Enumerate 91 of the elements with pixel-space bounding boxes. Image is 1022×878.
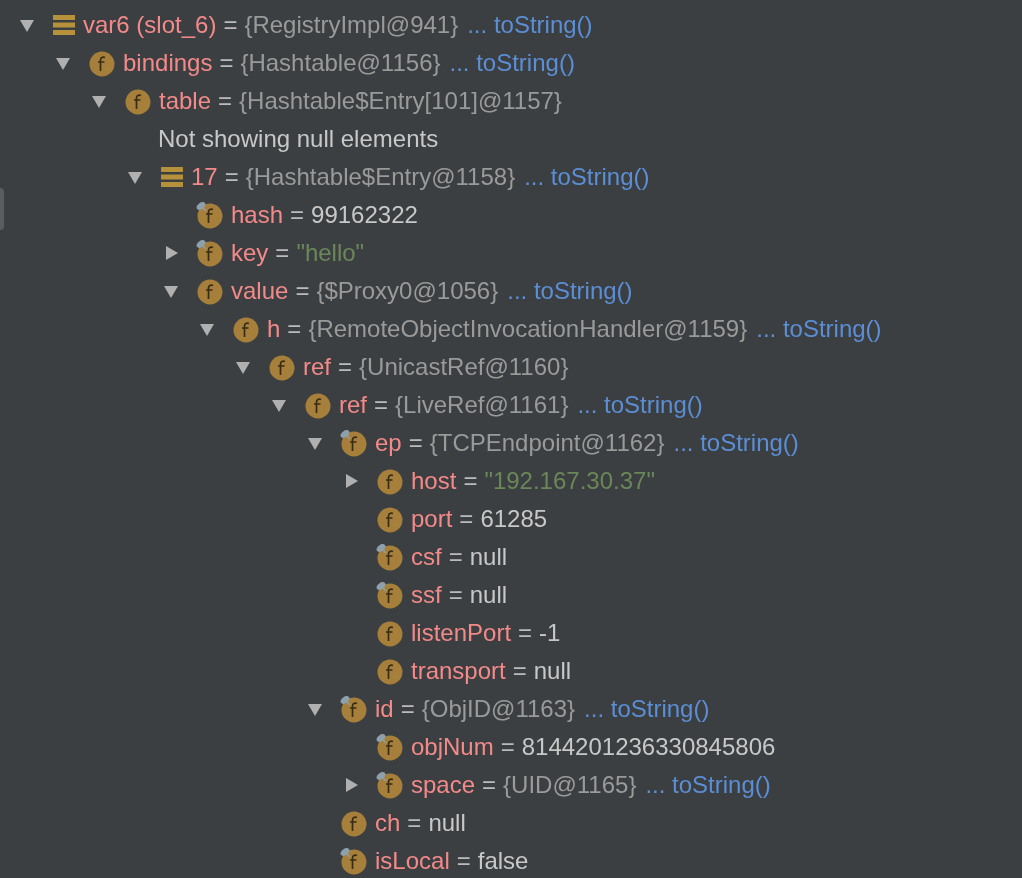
variable-name: space <box>411 770 476 800</box>
variable-name: 17 <box>191 162 218 192</box>
variable-name: host <box>411 466 457 496</box>
array-icon <box>53 15 75 35</box>
to-string-link[interactable]: ... toString() <box>467 7 593 43</box>
variable-name: ch <box>375 808 401 838</box>
variable-value: {TCPEndpoint@1162} <box>429 428 665 458</box>
variable-name: table <box>159 86 212 116</box>
info-message: Not showing null elements <box>158 124 439 154</box>
variable-value: {RegistryImpl@941} <box>244 10 459 40</box>
variable-name: hash <box>231 200 284 230</box>
to-string-link[interactable]: ... toString() <box>584 691 710 727</box>
variable-name: h <box>267 314 281 344</box>
equals-sign: = <box>456 846 471 876</box>
variable-value: null <box>469 580 508 610</box>
collapse-arrow-icon[interactable] <box>307 701 323 717</box>
variable-name: bindings <box>123 48 213 78</box>
equals-sign: = <box>275 238 290 268</box>
equals-sign: = <box>224 162 239 192</box>
to-string-link[interactable]: ... toString() <box>577 387 703 423</box>
collapse-arrow-icon[interactable] <box>307 435 323 451</box>
variable-name: isLocal <box>375 846 450 876</box>
variable-value: {UID@1165} <box>503 770 637 800</box>
equals-sign: = <box>518 618 533 648</box>
variable-value: 8144201236330845806 <box>521 732 776 762</box>
variable-value: {Hashtable@1156} <box>240 48 441 78</box>
variable-name: var6 (slot_6) <box>83 10 217 40</box>
variable-name: objNum <box>411 732 494 762</box>
variable-name: id <box>375 694 394 724</box>
equals-sign: = <box>500 732 515 762</box>
variable-value: {RemoteObjectInvocationHandler@1159} <box>308 314 748 344</box>
equals-sign: = <box>295 276 310 306</box>
to-string-link[interactable]: ... toString() <box>524 159 650 195</box>
variable-value: false <box>477 846 529 876</box>
variable-name: ref <box>339 390 367 420</box>
variable-name: port <box>411 504 453 534</box>
variable-value: null <box>469 542 508 572</box>
equals-sign: = <box>223 10 238 40</box>
equals-sign: = <box>338 352 353 382</box>
collapse-arrow-icon[interactable] <box>163 283 179 299</box>
variable-value: {ObjID@1163} <box>421 694 576 724</box>
collapse-arrow-icon[interactable] <box>55 55 71 71</box>
variable-name: csf <box>411 542 442 572</box>
variable-value: "192.167.30.37" <box>484 466 655 496</box>
equals-sign: = <box>218 86 233 116</box>
equals-sign: = <box>219 48 234 78</box>
equals-sign: = <box>512 656 527 686</box>
array-icon <box>161 167 183 187</box>
equals-sign: = <box>448 542 463 572</box>
equals-sign: = <box>448 580 463 610</box>
equals-sign: = <box>482 770 497 800</box>
to-string-link[interactable]: ... toString() <box>507 273 633 309</box>
to-string-link[interactable]: ... toString() <box>756 311 882 347</box>
equals-sign: = <box>459 504 474 534</box>
collapse-arrow-icon[interactable] <box>235 359 251 375</box>
variable-value: {Hashtable$Entry[101]@1157} <box>239 86 562 116</box>
variable-value: {$Proxy0@1056} <box>316 276 499 306</box>
to-string-link[interactable]: ... toString() <box>673 425 799 461</box>
equals-sign: = <box>287 314 302 344</box>
equals-sign: = <box>400 694 415 724</box>
equals-sign: = <box>408 428 423 458</box>
variable-value: {Hashtable$Entry@1158} <box>245 162 516 192</box>
equals-sign: = <box>290 200 305 230</box>
variable-value: {LiveRef@1161} <box>395 390 569 420</box>
variable-name: key <box>231 238 269 268</box>
to-string-link[interactable]: ... toString() <box>645 767 771 803</box>
collapse-arrow-icon[interactable] <box>271 397 287 413</box>
variable-name: ref <box>303 352 331 382</box>
collapse-arrow-icon[interactable] <box>127 169 143 185</box>
variable-value: null <box>533 656 572 686</box>
expand-arrow-icon[interactable] <box>343 777 359 793</box>
collapse-arrow-icon[interactable] <box>91 93 107 109</box>
variable-value: -1 <box>539 618 561 648</box>
variable-value: "hello" <box>296 238 365 268</box>
collapse-arrow-icon[interactable] <box>19 17 35 33</box>
equals-sign: = <box>374 390 389 420</box>
collapse-arrow-icon[interactable] <box>199 321 215 337</box>
variable-name: ep <box>375 428 402 458</box>
variable-value: null <box>428 808 466 838</box>
equals-sign: = <box>407 808 422 838</box>
expand-arrow-icon[interactable] <box>163 245 179 261</box>
variable-value: 61285 <box>480 504 548 534</box>
expand-arrow-icon[interactable] <box>343 473 359 489</box>
variable-name: transport <box>411 656 506 686</box>
variable-value: 99162322 <box>311 200 418 230</box>
variable-name: ssf <box>411 580 442 610</box>
variable-value: {UnicastRef@1160} <box>359 352 569 382</box>
to-string-link[interactable]: ... toString() <box>449 45 575 81</box>
variable-name: listenPort <box>411 618 512 648</box>
variable-name: value <box>231 276 289 306</box>
equals-sign: = <box>463 466 478 496</box>
